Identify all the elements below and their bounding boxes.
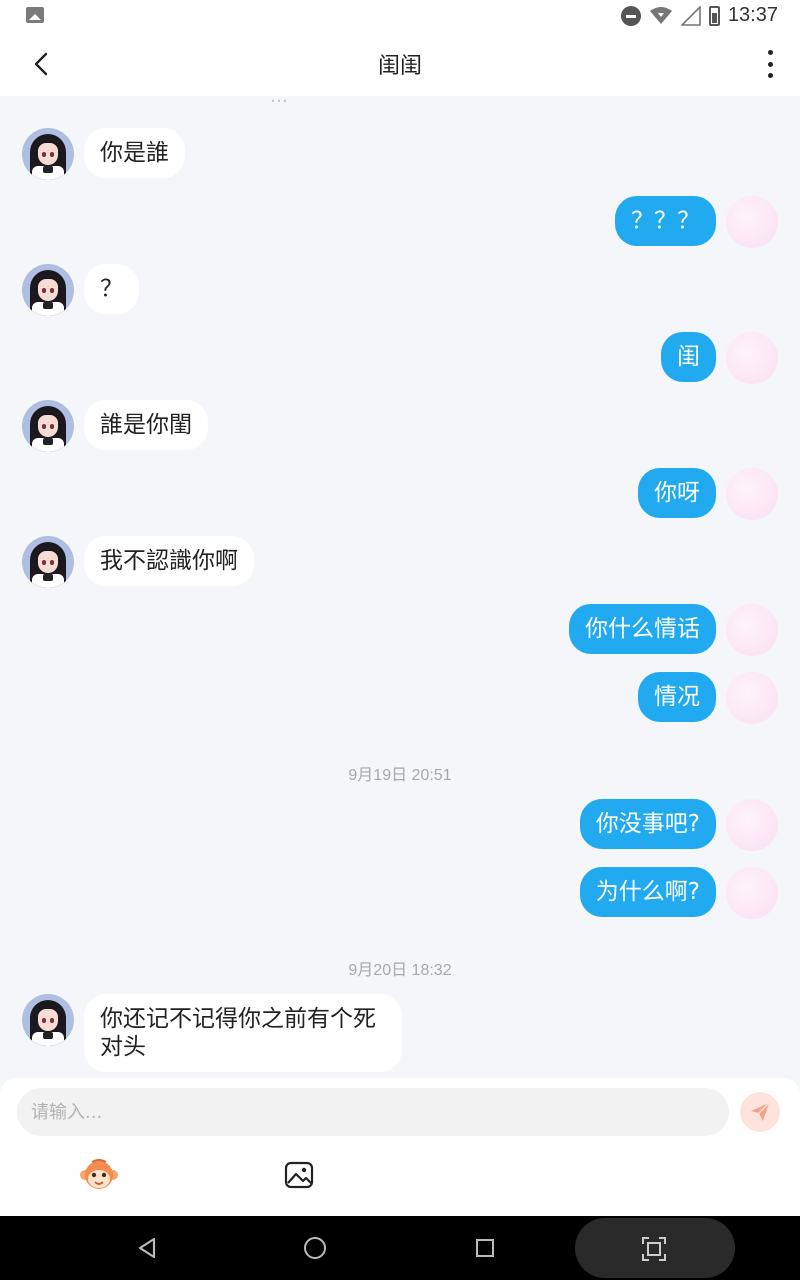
status-bar: 13:37: [0, 0, 800, 32]
nav-recent-apps-icon[interactable]: [476, 1239, 494, 1257]
outgoing-message[interactable]: 情况: [638, 672, 716, 722]
message-composer: [0, 1078, 800, 1216]
message-row: 誰是你閨: [22, 400, 218, 452]
screenshot-icon: [642, 1237, 666, 1261]
chat-message-list[interactable]: … 你是誰 ？？？ ？ 闺 誰是你閨 你呀 我不認識你啊 你什么情话 情况 9月…: [0, 96, 800, 1076]
user-avatar[interactable]: [726, 332, 778, 384]
outgoing-message[interactable]: 为什么啊?: [579, 867, 716, 917]
message-row: 我不認識你啊: [22, 536, 264, 588]
user-avatar[interactable]: [726, 196, 778, 248]
outgoing-message[interactable]: 你呀: [638, 468, 716, 518]
battery-icon: [708, 5, 720, 26]
user-avatar[interactable]: [726, 799, 778, 851]
message-input[interactable]: [17, 1088, 729, 1136]
incoming-message[interactable]: ？: [84, 264, 139, 314]
message-row: 你没事吧?: [570, 799, 778, 851]
wifi-icon: [649, 6, 672, 24]
message-row: 你什么情话: [559, 604, 778, 656]
incoming-message[interactable]: 你是誰: [84, 128, 185, 178]
message-timestamp: 9月19日 20:51: [348, 767, 452, 784]
message-row: ？？？: [605, 196, 778, 248]
signal-icon: [680, 5, 701, 26]
send-button[interactable]: [740, 1092, 780, 1132]
image-icon[interactable]: [284, 1160, 314, 1190]
message-row: ？: [22, 264, 149, 316]
user-avatar[interactable]: [726, 468, 778, 520]
message-row: 你呀: [628, 468, 778, 520]
status-icons: 13:37: [620, 4, 778, 27]
outgoing-message[interactable]: 闺: [661, 332, 716, 382]
page-title: 闺闺: [377, 54, 422, 79]
system-navigation-bar: [0, 1216, 800, 1280]
contact-avatar[interactable]: [22, 400, 74, 452]
chat-header: 闺闺: [0, 32, 800, 96]
more-vertical-icon[interactable]: [760, 50, 780, 78]
outgoing-message[interactable]: ？？？: [615, 196, 716, 246]
incoming-message[interactable]: 誰是你閨: [84, 400, 208, 450]
contact-avatar[interactable]: [22, 128, 74, 180]
outgoing-message[interactable]: 你没事吧?: [579, 799, 716, 849]
send-icon: [750, 1102, 770, 1122]
user-avatar[interactable]: [726, 604, 778, 656]
contact-avatar[interactable]: [22, 994, 74, 1046]
nav-home-icon[interactable]: [304, 1237, 326, 1259]
contact-avatar[interactable]: [22, 536, 74, 588]
contact-avatar[interactable]: [22, 264, 74, 316]
message-row: 情况: [628, 672, 778, 724]
message-row: 为什么啊?: [570, 867, 778, 919]
status-time: 13:37: [727, 4, 778, 26]
message-row: 你还记不记得你之前有个死对头: [22, 994, 412, 1072]
monkey-emoji-icon[interactable]: [80, 1158, 118, 1192]
screenshot-button[interactable]: [575, 1218, 735, 1278]
message-timestamp: 9月20日 18:32: [348, 962, 452, 979]
incoming-message[interactable]: 你还记不记得你之前有个死对头: [84, 994, 402, 1072]
message-row: 你是誰: [22, 128, 195, 180]
gallery-icon: [26, 7, 44, 23]
incoming-message[interactable]: 我不認識你啊: [84, 536, 254, 586]
user-avatar[interactable]: [726, 867, 778, 919]
nav-back-icon[interactable]: [135, 1236, 159, 1260]
cut-off-text: …: [270, 96, 289, 107]
outgoing-message[interactable]: 你什么情话: [569, 604, 716, 654]
message-row: 闺: [651, 332, 778, 384]
user-avatar[interactable]: [726, 672, 778, 724]
do-not-disturb-icon: [620, 5, 641, 26]
